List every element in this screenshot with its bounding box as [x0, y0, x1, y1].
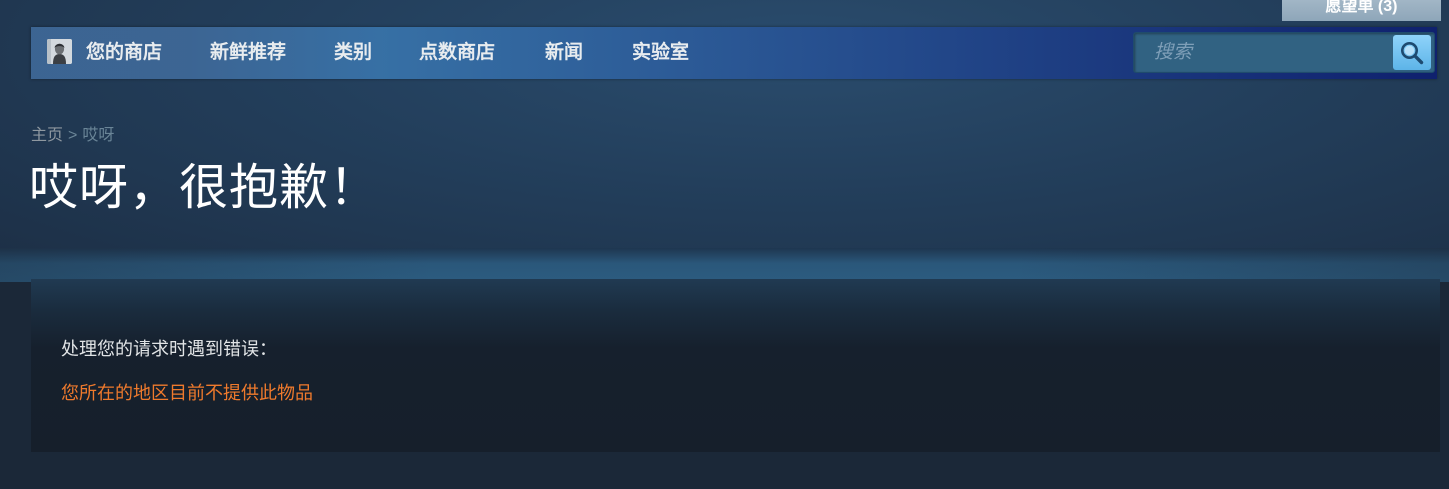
nav-new-noteworthy[interactable]: 新鲜推荐 — [210, 27, 286, 79]
search-input[interactable] — [1134, 33, 1394, 72]
page-title: 哎呀，很抱歉！ — [29, 161, 380, 215]
header-divider-band — [0, 248, 1449, 282]
avatar[interactable] — [47, 39, 72, 64]
error-heading: 处理您的请求时遇到错误： — [61, 339, 277, 359]
nav-categories[interactable]: 类别 — [334, 27, 372, 79]
nav-news[interactable]: 新闻 — [545, 27, 583, 79]
avatar-icon — [47, 39, 72, 64]
search-button[interactable] — [1393, 35, 1431, 70]
wishlist-button[interactable]: 愿望单 (3) — [1282, 0, 1441, 21]
nav-your-store[interactable]: 您的商店 — [86, 27, 162, 79]
error-message: 您所在的地区目前不提供此物品 — [61, 383, 313, 403]
breadcrumb: 主页 > 哎呀 — [31, 121, 114, 145]
breadcrumb-home-link[interactable]: 主页 — [31, 127, 63, 144]
nav-labs[interactable]: 实验室 — [632, 27, 689, 79]
store-nav-bar: 您的商店 新鲜推荐 类别 点数商店 新闻 实验室 — [31, 27, 1437, 79]
search-box — [1133, 32, 1435, 73]
store-page: 愿望单 (3) 您的商店 新鲜推荐 类别 点数商店 新闻 实验室 搜索 主页 >… — [0, 0, 1449, 489]
breadcrumb-current: 哎呀 — [82, 127, 115, 144]
error-panel: 处理您的请求时遇到错误： 您所在的地区目前不提供此物品 — [31, 279, 1440, 452]
search-icon — [1401, 42, 1424, 65]
nav-points-shop[interactable]: 点数商店 — [419, 27, 495, 79]
breadcrumb-separator: > — [68, 127, 78, 144]
